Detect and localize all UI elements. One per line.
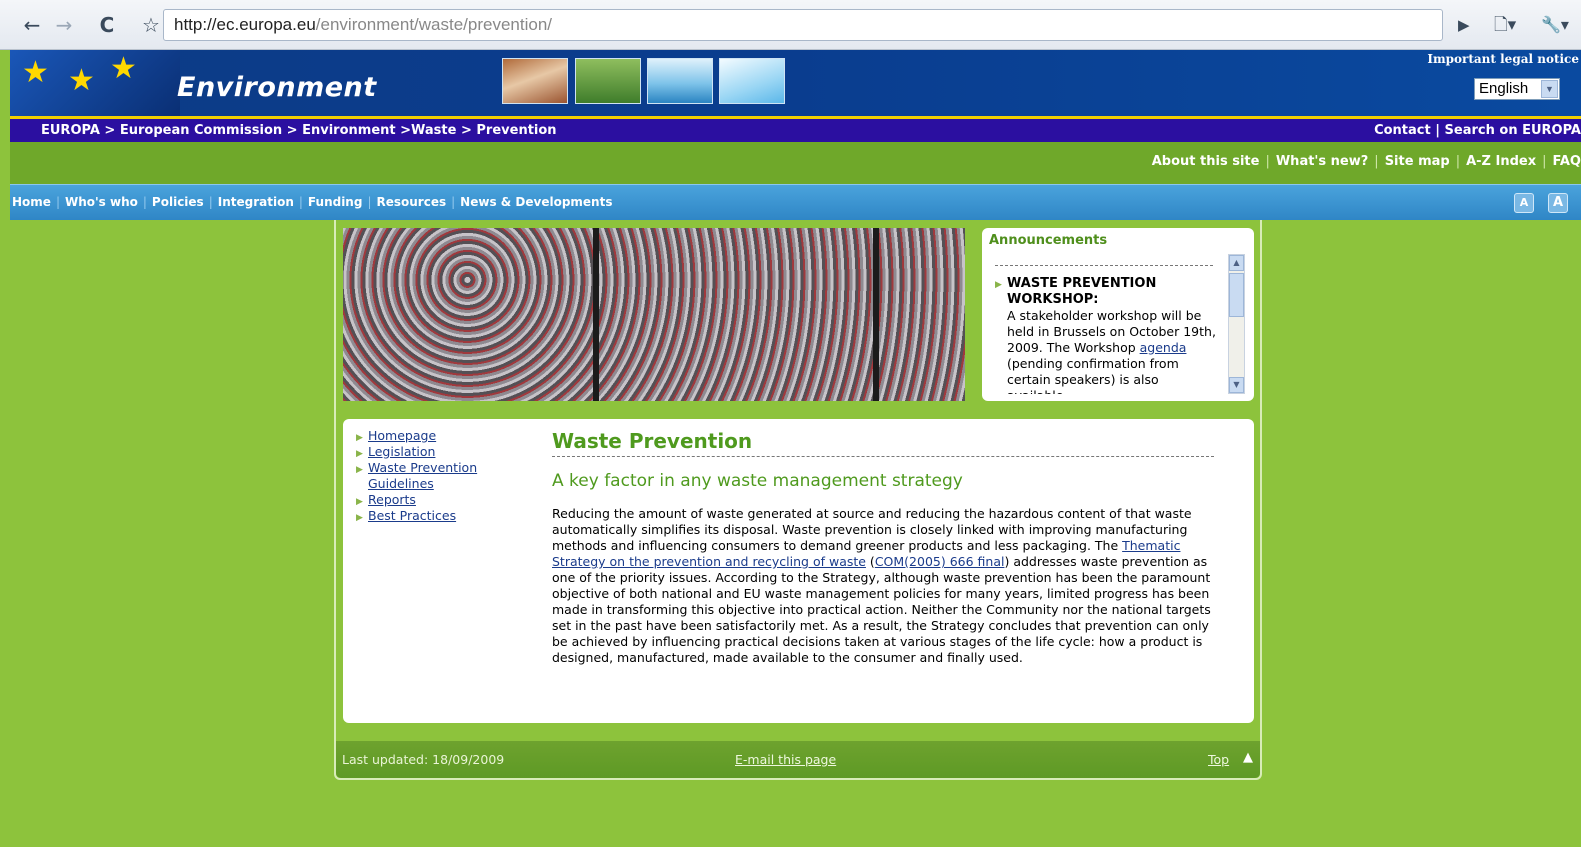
page-menu-icon[interactable]: 🗋▾ [1494,10,1516,40]
back-icon[interactable]: ← [18,10,46,40]
wrench-menu-icon[interactable]: 🔧▾ [1541,10,1569,40]
faq-link[interactable]: FAQ [1552,154,1581,169]
scroll-thumb[interactable] [1229,273,1244,317]
page-subtitle: A key factor in any waste management str… [552,471,963,491]
bullet-arrow-icon: ▶ [995,280,1002,290]
site-map-link[interactable]: Site map [1385,154,1450,169]
announcements-box: Announcements ▶ WASTE PREVENTION WORKSHO… [982,228,1254,401]
banner-thumb-water [647,58,713,104]
contact-links: Contact | Search on EUROPA [1374,119,1581,142]
breadcrumb-separator: > [456,123,477,138]
nav-whos-who[interactable]: Who's who [65,195,138,209]
nav-home[interactable]: Home [12,195,51,209]
breadcrumb-commission[interactable]: European Commission [120,123,282,138]
announcement-text: A stakeholder workshop will be held in B… [1007,308,1216,394]
eu-star-icon: ★ [68,63,95,98]
body-paragraph: Reducing the amount of waste generated a… [552,506,1211,665]
bookmark-star-icon[interactable]: ☆ [137,10,165,40]
breadcrumb-separator: > [99,123,120,138]
scroll-down-icon[interactable]: ▼ [1229,377,1244,393]
reload-icon[interactable]: C [93,10,121,40]
url-path: /environment/waste/prevention/ [315,15,553,34]
announcement-item: ▶ WASTE PREVENTION WORKSHOP: A stakehold… [995,276,1223,394]
banner-thumb-earth [502,58,568,104]
forward-icon[interactable]: → [50,10,78,40]
left-menu-legislation[interactable]: Legislation [368,444,435,459]
az-index-link[interactable]: A-Z Index [1466,154,1536,169]
banner-thumb-sky [719,58,785,104]
breadcrumb-bar: EUROPA > European Commission > Environme… [10,119,1581,142]
site-title[interactable]: Environment [177,72,377,103]
left-menu-reports[interactable]: Reports [368,492,416,507]
language-value: English [1479,80,1529,97]
breadcrumb-prevention: Prevention [476,123,557,138]
title-divider [552,456,1214,457]
up-arrow-icon: ▲ [1243,750,1253,765]
breadcrumb-europa[interactable]: EUROPA [41,123,100,138]
nav-funding[interactable]: Funding [308,195,363,209]
breadcrumb-separator: > [395,123,412,138]
bullet-arrow-icon: ▶ [356,513,363,523]
breadcrumb-separator: > [282,123,303,138]
address-bar[interactable]: http://ec.europa.eu/environment/waste/pr… [163,9,1443,41]
announcements-scrollbar[interactable]: ▲ ▼ [1228,254,1245,394]
breadcrumb-environment[interactable]: Environment [302,123,396,138]
left-menu-item: ▶ Homepage [356,428,506,444]
email-page-link[interactable]: E-mail this page [735,752,836,767]
left-menu: ▶ Homepage ▶ Legislation ▶ Waste Prevention… [356,428,506,524]
left-menu-item: ▶ Best Practices [356,508,506,524]
breadcrumb-waste[interactable]: Waste [411,123,456,138]
main-content-box: ▶ Homepage ▶ Legislation ▶ Waste Prevention… [343,419,1254,723]
main-navigation: Home | Who's who | Policies | Integration | Fund… [10,184,1581,220]
browser-toolbar: ← → C ☆ http://ec.europa.eu/environment/… [0,0,1581,50]
nav-integration[interactable]: Integration [218,195,294,209]
language-select[interactable]: English ▼ [1474,78,1560,100]
utility-links: About this site | What's new? | Site map | A-Z… [1151,154,1581,169]
contact-link[interactable]: Contact [1374,123,1431,138]
utility-bar: About this site | What's new? | Site map | A-Z… [10,142,1581,184]
page-footer: Last updated: 18/09/2009 E-mail this pag… [336,741,1260,778]
announcement-headline: WASTE PREVENTION WORKSHOP: [1007,276,1157,307]
nav-items: Home | Who's who | Policies | Integration | Fund… [12,195,613,209]
left-menu-item: ▶ Reports [356,492,506,508]
left-menu-item: ▶ Waste Prevention Guidelines [356,460,506,492]
nav-policies[interactable]: Policies [152,195,204,209]
breadcrumb: EUROPA > European Commission > Environme… [41,119,557,142]
about-site-link[interactable]: About this site [1152,154,1260,169]
eu-star-icon: ★ [110,51,137,86]
scroll-up-icon[interactable]: ▲ [1229,255,1244,271]
whats-new-link[interactable]: What's new? [1276,154,1368,169]
left-menu-homepage[interactable]: Homepage [368,428,436,443]
nav-news-developments[interactable]: News & Developments [460,195,612,209]
announcements-divider [995,265,1213,266]
legal-notice-link[interactable]: Important legal notice [1427,52,1579,66]
top-link[interactable]: Top [1208,752,1229,767]
page-title: Waste Prevention [552,429,753,453]
url-domain: http://ec.europa.eu [174,15,316,34]
link-separator: | [1430,123,1445,138]
announcements-title: Announcements [989,233,1108,248]
agenda-link[interactable]: agenda [1140,340,1187,355]
eu-flag-logo: ★ ★ ★ [10,50,180,116]
left-menu-item: ▶ Legislation [356,444,506,460]
nav-resources[interactable]: Resources [377,195,447,209]
last-updated-text: Last updated: 18/09/2009 [342,752,505,767]
com-2005-666-link[interactable]: COM(2005) 666 final [875,554,1005,569]
chevron-down-icon: ▼ [1541,80,1558,98]
eu-star-icon: ★ [22,55,49,90]
crushed-cans-photo [343,228,965,401]
left-menu-guidelines[interactable]: Waste Prevention Guidelines [368,460,477,491]
banner-thumb-grass [575,58,641,104]
play-icon[interactable]: ▶ [1458,10,1470,40]
site-header: ★ ★ ★ Environment Important legal notice… [10,50,1581,116]
font-size-decrease-button[interactable]: A [1514,193,1534,213]
search-europa-link[interactable]: Search on EUROPA [1445,123,1581,138]
font-size-increase-button[interactable]: A [1548,193,1568,213]
bullet-arrow-icon: ▶ [356,465,363,475]
left-menu-best-practices[interactable]: Best Practices [368,508,456,523]
